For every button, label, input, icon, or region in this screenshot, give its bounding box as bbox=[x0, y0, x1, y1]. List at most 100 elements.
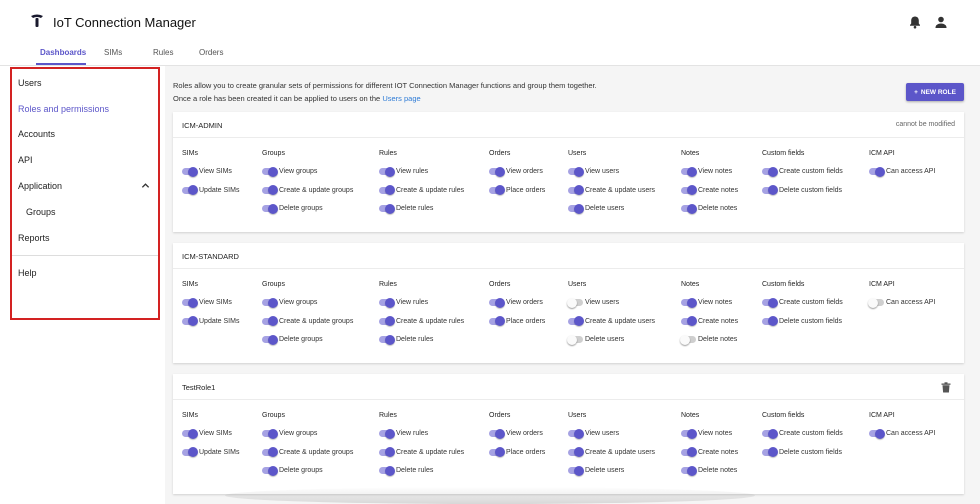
toggle-knob bbox=[268, 203, 278, 214]
sidebar-item-api[interactable]: API bbox=[18, 155, 33, 165]
permission-toggle[interactable] bbox=[379, 428, 395, 439]
permission-label: Create & update users bbox=[585, 317, 656, 325]
permission-label: Create notes bbox=[698, 448, 739, 456]
permission-toggle[interactable] bbox=[379, 465, 395, 476]
toggle-knob bbox=[385, 334, 395, 345]
permission-toggle[interactable] bbox=[489, 447, 505, 457]
permission-toggle[interactable] bbox=[182, 428, 198, 439]
permission-toggle[interactable] bbox=[681, 447, 697, 457]
permission-toggle[interactable] bbox=[567, 334, 583, 345]
role-name: TestRole1 bbox=[182, 383, 216, 392]
permission-toggle[interactable] bbox=[568, 447, 584, 457]
permission-toggle[interactable] bbox=[262, 334, 278, 345]
toggle-knob bbox=[768, 316, 778, 326]
permission-group-header: Users bbox=[568, 150, 587, 157]
permission-toggle[interactable] bbox=[869, 166, 885, 177]
permission-toggle[interactable] bbox=[568, 203, 584, 214]
permission-toggle[interactable] bbox=[182, 447, 198, 457]
sidebar-item-reports[interactable]: Reports bbox=[18, 233, 50, 243]
permission-toggle[interactable] bbox=[489, 428, 505, 439]
permission-toggle[interactable] bbox=[762, 185, 778, 195]
toggle-knob bbox=[385, 166, 395, 177]
chevron-up-icon[interactable] bbox=[141, 181, 150, 190]
permission-toggle[interactable] bbox=[568, 428, 584, 439]
brand-logo-icon[interactable] bbox=[30, 13, 44, 29]
permission-toggle[interactable] bbox=[489, 316, 505, 326]
tab-orders[interactable]: Orders bbox=[199, 48, 223, 57]
permission-toggle[interactable] bbox=[379, 166, 395, 177]
new-role-button[interactable]: + NEW ROLE bbox=[906, 83, 964, 101]
permission-toggle[interactable] bbox=[568, 185, 584, 195]
tab-rules[interactable]: Rules bbox=[153, 48, 173, 57]
permission-toggle[interactable] bbox=[680, 334, 696, 345]
permission-toggle[interactable] bbox=[868, 297, 884, 308]
permission-toggle[interactable] bbox=[489, 297, 505, 308]
permission-toggle[interactable] bbox=[262, 297, 278, 308]
permission-toggle[interactable] bbox=[681, 185, 697, 195]
toggle-knob bbox=[687, 447, 697, 457]
permission-toggle[interactable] bbox=[379, 316, 395, 326]
users-page-link[interactable]: Users page bbox=[382, 94, 420, 103]
permission-toggle[interactable] bbox=[869, 428, 885, 439]
permission-label: Delete users bbox=[585, 336, 625, 343]
trash-icon[interactable] bbox=[941, 382, 951, 393]
permission-toggle[interactable] bbox=[379, 297, 395, 308]
permission-label: Create & update groups bbox=[279, 448, 354, 456]
permission-toggle[interactable] bbox=[568, 465, 584, 476]
permission-label: View SIMs bbox=[199, 430, 232, 437]
bell-icon[interactable] bbox=[908, 15, 922, 29]
main-content: Roles allow you to create granular sets … bbox=[165, 66, 980, 504]
permission-toggle[interactable] bbox=[681, 166, 697, 177]
permission-label: Create notes bbox=[698, 186, 739, 194]
sidebar-item-roles-and-permissions[interactable]: Roles and permissions bbox=[18, 104, 109, 114]
permission-label: Can access API bbox=[886, 430, 936, 437]
person-icon[interactable] bbox=[934, 15, 948, 29]
permission-label: Update SIMs bbox=[199, 448, 240, 456]
tab-dashboards[interactable]: Dashboards bbox=[40, 48, 86, 57]
permission-toggle[interactable] bbox=[262, 166, 278, 177]
permission-toggle[interactable] bbox=[379, 334, 395, 345]
permission-label: View notes bbox=[698, 168, 733, 175]
permission-toggle[interactable] bbox=[567, 297, 583, 308]
toggle-knob bbox=[268, 297, 278, 308]
permission-toggle[interactable] bbox=[262, 447, 278, 457]
sidebar-item-users[interactable]: Users bbox=[18, 78, 42, 88]
permission-toggle[interactable] bbox=[568, 316, 584, 326]
permission-toggle[interactable] bbox=[762, 428, 778, 439]
sidebar-item-application[interactable]: Application bbox=[18, 181, 62, 191]
permission-toggle[interactable] bbox=[681, 428, 697, 439]
toggle-knob bbox=[768, 447, 778, 457]
permission-toggle[interactable] bbox=[681, 203, 697, 214]
permission-toggle[interactable] bbox=[681, 297, 697, 308]
sidebar-item-help[interactable]: Help bbox=[18, 268, 37, 278]
permission-toggle[interactable] bbox=[182, 166, 198, 177]
toggle-knob bbox=[268, 428, 278, 439]
permission-toggle[interactable] bbox=[762, 447, 778, 457]
permission-toggle[interactable] bbox=[379, 203, 395, 214]
sidebar-item-accounts[interactable]: Accounts bbox=[18, 129, 55, 139]
permission-toggle[interactable] bbox=[182, 316, 198, 326]
sidebar-item-groups[interactable]: Groups bbox=[26, 207, 56, 217]
permission-label: View rules bbox=[396, 168, 429, 175]
permission-toggle[interactable] bbox=[762, 316, 778, 326]
permission-toggle[interactable] bbox=[262, 316, 278, 326]
permission-toggle[interactable] bbox=[489, 185, 505, 195]
permission-toggle[interactable] bbox=[681, 465, 697, 476]
role-card-header: ICM-STANDARD bbox=[173, 243, 964, 269]
tab-sims[interactable]: SIMs bbox=[104, 48, 122, 57]
permission-toggle[interactable] bbox=[762, 297, 778, 308]
permission-toggle[interactable] bbox=[262, 185, 278, 195]
permission-toggle[interactable] bbox=[489, 166, 505, 177]
permission-toggle[interactable] bbox=[379, 447, 395, 457]
permission-toggle[interactable] bbox=[182, 297, 198, 308]
permission-toggle[interactable] bbox=[762, 166, 778, 177]
permission-toggle[interactable] bbox=[262, 428, 278, 439]
permission-label: View rules bbox=[396, 430, 429, 437]
permission-label: Delete custom fields bbox=[779, 448, 843, 456]
permission-toggle[interactable] bbox=[262, 465, 278, 476]
permission-toggle[interactable] bbox=[681, 316, 697, 326]
permission-toggle[interactable] bbox=[379, 185, 395, 195]
permission-toggle[interactable] bbox=[262, 203, 278, 214]
permission-toggle[interactable] bbox=[568, 166, 584, 177]
permission-toggle[interactable] bbox=[182, 185, 198, 195]
